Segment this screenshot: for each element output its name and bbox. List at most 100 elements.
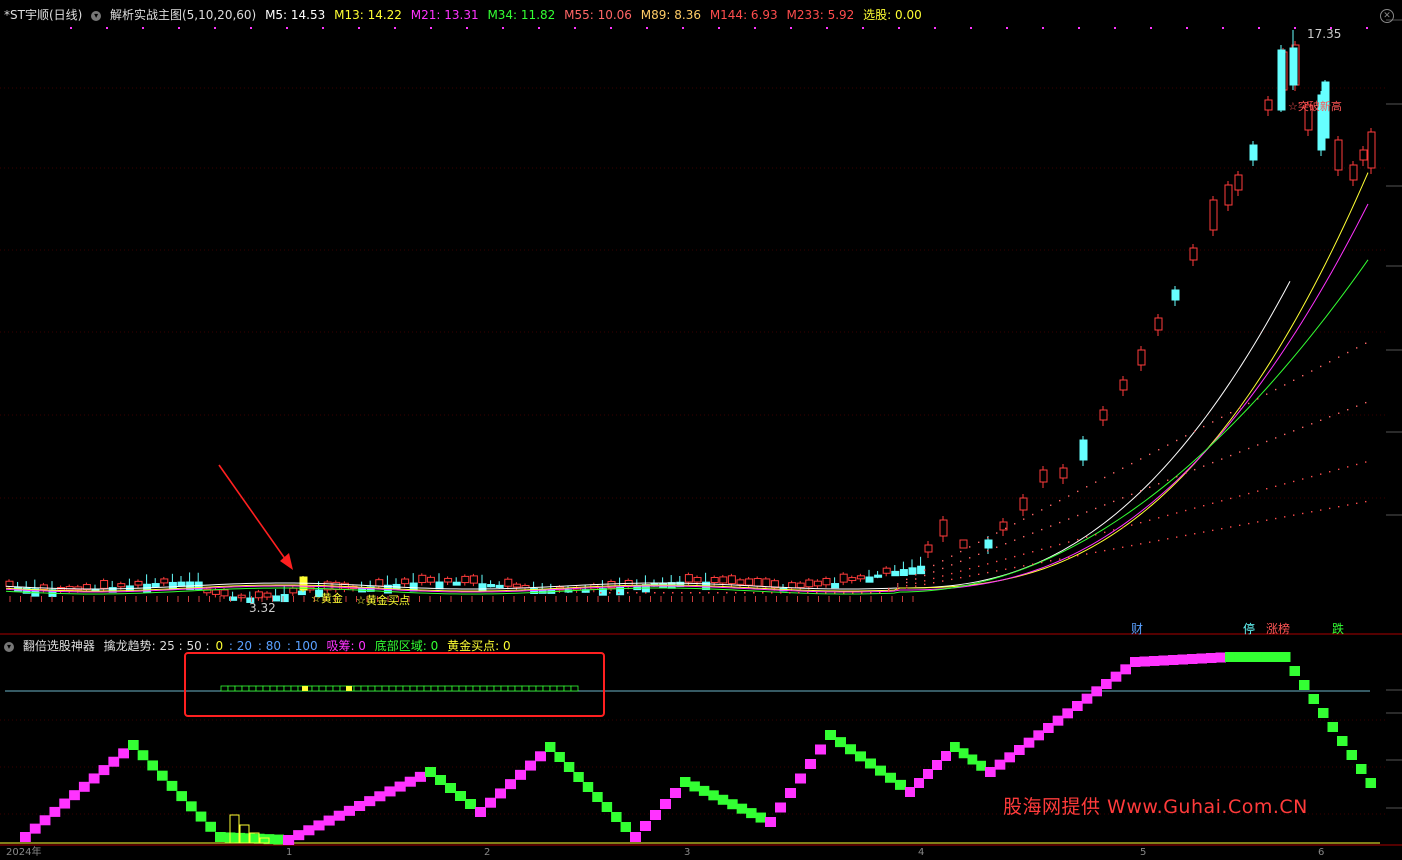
osc-block <box>485 797 496 808</box>
candle-body <box>168 581 177 590</box>
dot <box>1140 521 1142 524</box>
dot <box>1194 507 1196 509</box>
dot <box>1113 472 1115 474</box>
dot <box>960 576 962 579</box>
osc-block <box>1091 686 1102 697</box>
dot <box>1014 523 1016 525</box>
close-icon[interactable]: ✕ <box>1380 9 1394 23</box>
osc-block <box>967 754 978 765</box>
dot <box>924 574 926 577</box>
candle-body <box>1289 47 1298 86</box>
top-dot <box>934 27 936 29</box>
candle-body <box>237 594 246 599</box>
dot <box>1068 495 1070 497</box>
dot <box>969 546 971 548</box>
dot <box>1275 437 1277 439</box>
indicator-name[interactable]: 解析实战主图(5,10,20,60) <box>110 8 256 22</box>
top-dot <box>1186 27 1188 29</box>
sub-indicator-name[interactable]: 翻倍选股神器 <box>23 639 95 653</box>
candle-body <box>924 544 933 553</box>
candle-body <box>177 581 186 587</box>
strip-cell <box>514 685 523 692</box>
osc-block <box>1270 652 1281 662</box>
dot <box>924 580 926 582</box>
dot <box>1059 521 1061 524</box>
osc-block <box>475 807 486 817</box>
dot <box>870 592 872 594</box>
dot <box>1041 528 1043 531</box>
osc-block <box>680 777 691 787</box>
x-label-2: 2 <box>484 847 491 858</box>
chevron-down-icon[interactable]: ▾ <box>4 641 14 652</box>
candle-body <box>487 584 496 588</box>
dot <box>1230 454 1232 457</box>
osc-block <box>515 769 526 780</box>
dot <box>1284 483 1286 485</box>
dot <box>1212 529 1214 532</box>
candle-body <box>917 565 926 575</box>
osc-block <box>108 756 120 767</box>
dot <box>1023 535 1025 538</box>
osc-block <box>845 744 856 755</box>
osc-block <box>1149 656 1160 666</box>
osc-block <box>394 781 406 792</box>
osc-block <box>746 808 757 819</box>
candle-body <box>401 578 410 585</box>
dot <box>1311 511 1313 513</box>
dot <box>1032 563 1034 565</box>
candle <box>1277 45 1286 112</box>
osc-block <box>1243 652 1254 662</box>
event-tag-fall[interactable]: 跌 <box>1330 622 1346 636</box>
dot <box>1176 476 1178 478</box>
top-dot <box>790 27 792 29</box>
strip-cell <box>248 685 257 692</box>
osc-block <box>620 822 631 832</box>
osc-block <box>708 790 719 801</box>
dot <box>1005 527 1007 530</box>
event-tag-finance[interactable]: 财 <box>1129 622 1145 636</box>
dot <box>1329 416 1331 418</box>
dot <box>1185 435 1187 437</box>
dot <box>1293 480 1295 483</box>
dot <box>915 578 917 580</box>
event-tag-halt[interactable]: 停 <box>1241 622 1257 636</box>
dot <box>1140 458 1142 460</box>
strip-cell <box>563 685 572 692</box>
osc-block <box>49 806 61 817</box>
osc-block <box>689 781 700 792</box>
dot <box>906 578 908 581</box>
candle-body <box>5 580 14 588</box>
candle-body <box>1059 467 1068 479</box>
stock-name[interactable]: *ST宇顺(日线) <box>4 8 82 22</box>
strip-cell <box>220 685 229 692</box>
top-dot <box>322 27 324 29</box>
x-label-4: 4 <box>918 847 925 858</box>
dot <box>1338 356 1340 358</box>
dot <box>1167 444 1169 446</box>
x-label-6: 6 <box>1318 847 1325 858</box>
osc-block <box>384 786 396 797</box>
dot <box>1176 536 1178 538</box>
top-dot <box>610 27 612 29</box>
osc-block <box>39 815 51 826</box>
osc-block <box>1158 655 1169 666</box>
osc-block <box>215 832 226 842</box>
osc-block <box>1187 654 1198 664</box>
dot <box>1311 423 1313 425</box>
event-tag-gain-list[interactable]: 涨榜 <box>1264 622 1292 636</box>
strip-cell <box>283 685 292 692</box>
dot <box>1059 543 1061 546</box>
candle-body <box>211 589 220 595</box>
chevron-down-icon[interactable]: ▾ <box>91 10 102 21</box>
trend-label: 擒龙趋势: 25 : 50 : <box>103 639 210 653</box>
candle-body <box>452 581 461 586</box>
candle-body <box>151 583 160 588</box>
strip-cell <box>416 685 425 692</box>
top-dot <box>106 27 108 29</box>
gold-buy-value: 黄金买点: 0 <box>447 639 511 653</box>
dot <box>699 592 701 594</box>
dot <box>744 592 746 594</box>
dot <box>1365 342 1367 344</box>
candle <box>1209 196 1218 236</box>
chart-canvas <box>0 0 1402 857</box>
